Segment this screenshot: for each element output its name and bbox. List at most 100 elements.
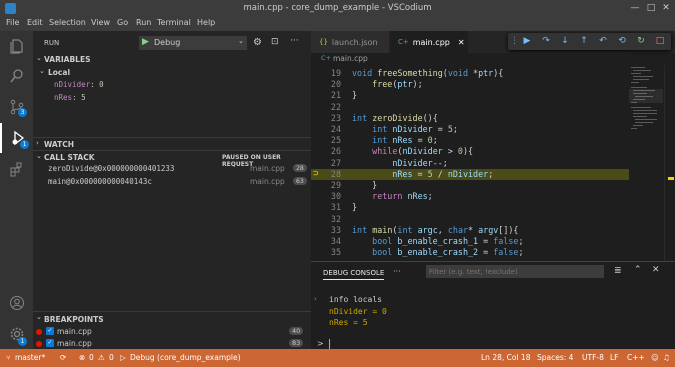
drag-handle-icon[interactable]: ⋮ xyxy=(510,36,519,46)
tab-main-cpp[interactable]: C+ main.cpp ✕ xyxy=(390,31,468,53)
run-debug-icon[interactable]: 1 xyxy=(0,123,33,153)
call-stack-frame[interactable]: zeroDivide@0x000000000401233 main.cpp 28 xyxy=(48,164,308,176)
code-line[interactable]: 29 } xyxy=(311,180,631,191)
code-line[interactable]: 21} xyxy=(311,90,631,101)
encoding[interactable]: UTF-8 xyxy=(582,353,604,362)
code-editor[interactable]: 19 void freeSomething(void *ptr){20 free(… xyxy=(311,65,675,261)
call-stack-frame[interactable]: main@0x000000000040143c main.cpp 63 xyxy=(48,177,308,189)
chevron-down-icon[interactable]: ⌄ xyxy=(36,54,42,62)
end-of-line[interactable]: LF xyxy=(610,353,619,362)
feedback-icon[interactable]: ☺ xyxy=(651,353,659,362)
tab-launch-json[interactable]: {} launch.json xyxy=(311,31,389,53)
reverse-icon[interactable]: ⟲ xyxy=(615,35,629,48)
code-line[interactable]: 30 return nRes; xyxy=(311,191,631,202)
manage-gear-icon[interactable]: 1 xyxy=(0,319,33,349)
line-number[interactable]: 27 xyxy=(311,158,341,169)
code-line[interactable]: 27 nDivider--; xyxy=(311,158,631,169)
code-line[interactable]: 31} xyxy=(311,202,631,213)
line-number[interactable]: 31 xyxy=(311,202,341,213)
account-icon[interactable] xyxy=(0,288,33,318)
warning-icon[interactable]: ⚠ xyxy=(98,353,105,362)
line-number[interactable]: 25 xyxy=(311,135,341,146)
line-number[interactable]: 35 xyxy=(311,247,341,258)
maximize-panel-icon[interactable]: ⌃ xyxy=(634,265,642,275)
line-number[interactable]: 33 xyxy=(311,225,341,236)
code-line[interactable]: 32 xyxy=(311,214,631,225)
stop-icon[interactable]: □ xyxy=(653,35,667,48)
menu-view[interactable]: View xyxy=(91,18,110,27)
restart-icon[interactable]: ↻ xyxy=(634,35,648,48)
menu-edit[interactable]: Edit xyxy=(27,18,43,27)
step-into-icon[interactable]: ↓ xyxy=(558,35,572,48)
panel-more-icon[interactable]: ··· xyxy=(393,267,401,276)
menu-go[interactable]: Go xyxy=(117,18,128,27)
variables-header[interactable]: VARIABLES xyxy=(44,55,91,64)
chevron-down-icon[interactable]: ⌄ xyxy=(36,152,42,160)
tab-debug-console[interactable]: DEBUG CONSOLE xyxy=(323,269,385,280)
line-number[interactable]: 19 xyxy=(311,68,341,79)
explorer-icon[interactable] xyxy=(0,31,33,61)
line-number[interactable]: 22 xyxy=(311,102,341,113)
code-line[interactable]: 26 while(nDivider > 0){ xyxy=(311,146,631,157)
line-number[interactable]: 23 xyxy=(311,113,341,124)
line-number[interactable]: 28 xyxy=(311,169,341,180)
minimap[interactable] xyxy=(629,65,663,261)
step-back-icon[interactable]: ↶ xyxy=(596,35,610,48)
clear-console-icon[interactable]: ≣ xyxy=(614,266,622,276)
watch-header[interactable]: WATCH xyxy=(44,140,74,149)
line-number[interactable]: 21 xyxy=(311,90,341,101)
breakpoints-header[interactable]: BREAKPOINTS xyxy=(44,315,104,324)
continue-icon[interactable]: ▶ xyxy=(520,35,534,48)
maximize-button[interactable]: □ xyxy=(645,2,657,14)
code-line[interactable]: 34 bool b_enable_crash_1 = false; xyxy=(311,236,631,247)
error-icon[interactable]: ⊗ xyxy=(79,353,85,362)
code-line[interactable]: 20 free(ptr); xyxy=(311,79,631,90)
code-line[interactable]: 33 int main(int argc, char* argv[]){ xyxy=(311,225,631,236)
search-icon[interactable] xyxy=(0,61,33,91)
cursor-position[interactable]: Ln 28, Col 18 xyxy=(481,353,530,362)
scope-local-label[interactable]: Local xyxy=(48,68,70,77)
menu-file[interactable]: File xyxy=(6,18,19,27)
indentation[interactable]: Spaces: 4 xyxy=(537,353,573,362)
editor-scrollbar[interactable] xyxy=(664,65,675,261)
code-line[interactable]: 19 void freeSomething(void *ptr){ xyxy=(311,68,631,79)
console-input-cursor[interactable] xyxy=(329,339,330,349)
debug-session-label[interactable]: Debug (core_dump_example) xyxy=(130,353,241,362)
variable-row[interactable]: nRes: 5 xyxy=(54,93,86,102)
line-number[interactable]: 34 xyxy=(311,236,341,247)
step-over-icon[interactable]: ↷ xyxy=(539,35,553,48)
console-filter-input[interactable] xyxy=(426,265,604,278)
breakpoint-item[interactable]: ✓ main.cpp 40 xyxy=(36,326,308,338)
line-number[interactable]: 32 xyxy=(311,214,341,225)
launch-config-select[interactable]: ▶ Debug ⌄ xyxy=(139,36,247,50)
breadcrumb-file[interactable]: main.cpp xyxy=(333,54,368,63)
menu-run[interactable]: Run xyxy=(136,18,151,27)
start-debugging-icon[interactable]: ▶ xyxy=(142,37,149,47)
code-line[interactable]: 23 int zeroDivide(){ xyxy=(311,113,631,124)
close-tab-icon[interactable]: ✕ xyxy=(458,38,465,47)
code-line[interactable]: 35 bool b_enable_crash_2 = false; xyxy=(311,247,631,258)
language-mode[interactable]: C++ xyxy=(627,353,645,362)
chevron-down-icon[interactable]: ⌄ xyxy=(36,313,42,321)
code-line[interactable]: ⊃ 28 nRes = 5 / nDivider; xyxy=(311,168,631,180)
code-line[interactable]: 24 int nDivider = 5; xyxy=(311,124,631,135)
menu-help[interactable]: Help xyxy=(197,18,215,27)
call-stack-header[interactable]: CALL STACK xyxy=(44,153,95,162)
menu-terminal[interactable]: Terminal xyxy=(157,18,191,27)
code-line[interactable]: 25 int nRes = 0; xyxy=(311,135,631,146)
close-panel-icon[interactable]: ✕ xyxy=(652,265,660,275)
notifications-bell-icon[interactable]: ♫ xyxy=(663,353,670,362)
line-number[interactable]: 30 xyxy=(311,191,341,202)
minimize-button[interactable]: — xyxy=(629,2,641,14)
line-number[interactable]: 20 xyxy=(311,79,341,90)
gear-icon[interactable]: ⚙ xyxy=(253,37,262,48)
step-out-icon[interactable]: ↑ xyxy=(577,35,591,48)
warning-count[interactable]: 0 xyxy=(109,353,114,362)
line-number[interactable]: 29 xyxy=(311,180,341,191)
menu-selection[interactable]: Selection xyxy=(49,18,86,27)
chevron-right-icon[interactable]: › xyxy=(36,139,39,147)
git-branch[interactable]: master* xyxy=(15,353,45,362)
more-actions-icon[interactable]: ··· xyxy=(290,36,299,46)
sync-icon[interactable]: ⟳ xyxy=(60,353,66,362)
source-control-icon[interactable]: 3 xyxy=(0,92,33,122)
